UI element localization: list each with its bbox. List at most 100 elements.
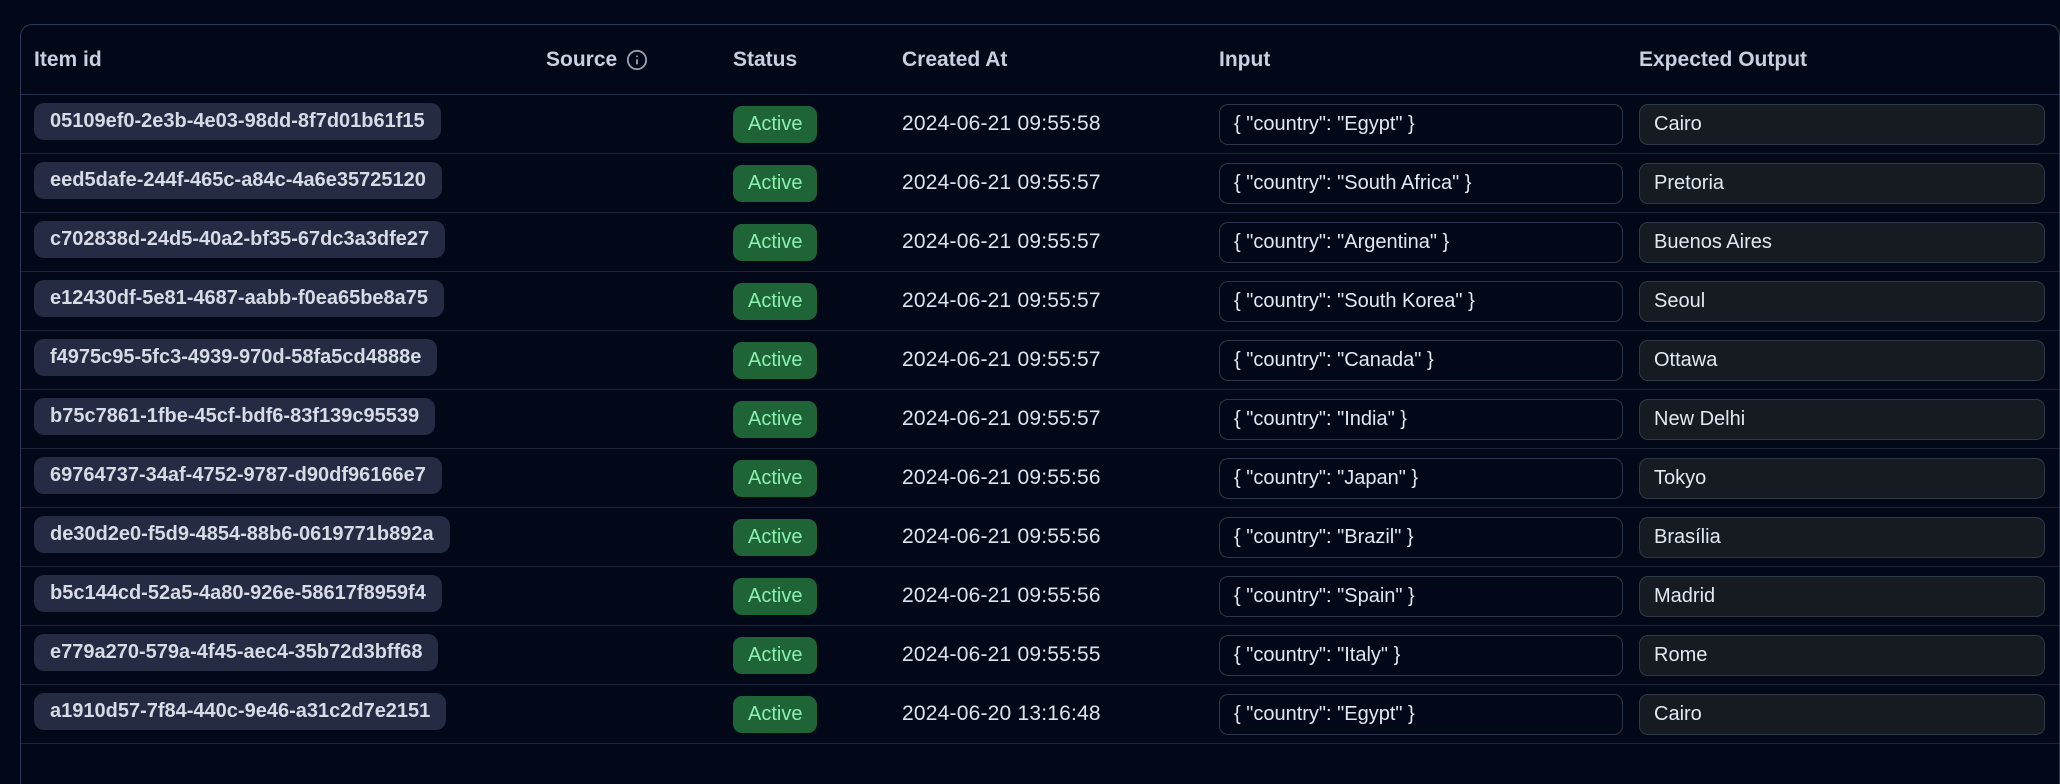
status-badge: Active (733, 283, 817, 320)
expected-output-cell: Madrid (1639, 576, 2059, 617)
input-cell: { "country": "Egypt" } (1219, 104, 1639, 145)
input-cell: { "country": "Japan" } (1219, 458, 1639, 499)
column-header-expected-output: Expected Output (1639, 48, 2059, 72)
created-at-cell: 2024-06-21 09:55:57 (902, 230, 1219, 254)
status-cell: Active (733, 401, 902, 438)
item-id-cell: 69764737-34af-4752-9787-d90df96166e7 (34, 457, 546, 499)
expected-output-cell: Cairo (1639, 104, 2059, 145)
expected-output-box: New Delhi (1639, 399, 2045, 440)
item-id-badge[interactable]: b75c7861-1fbe-45cf-bdf6-83f139c95539 (34, 398, 435, 435)
table-row[interactable]: f4975c95-5fc3-4939-970d-58fa5cd4888e Act… (21, 331, 2059, 390)
column-header-label: Source (546, 48, 617, 72)
info-icon[interactable] (626, 49, 648, 71)
created-at-value: 2024-06-21 09:55:58 (902, 112, 1101, 135)
table-row[interactable]: 69764737-34af-4752-9787-d90df96166e7 Act… (21, 449, 2059, 508)
expected-output-box: Buenos Aires (1639, 222, 2045, 263)
item-id-cell: f4975c95-5fc3-4939-970d-58fa5cd4888e (34, 339, 546, 381)
item-id-cell: c702838d-24d5-40a2-bf35-67dc3a3dfe27 (34, 221, 546, 263)
created-at-value: 2024-06-21 09:55:57 (902, 407, 1101, 430)
table-row[interactable]: a1910d57-7f84-440c-9e46-a31c2d7e2151 Act… (21, 685, 2059, 744)
item-id-badge[interactable]: a1910d57-7f84-440c-9e46-a31c2d7e2151 (34, 693, 446, 730)
item-id-badge[interactable]: eed5dafe-244f-465c-a84c-4a6e35725120 (34, 162, 442, 199)
input-cell: { "country": "Italy" } (1219, 635, 1639, 676)
expected-output-box: Ottawa (1639, 340, 2045, 381)
expected-output-box: Cairo (1639, 694, 2045, 735)
input-cell: { "country": "South Africa" } (1219, 163, 1639, 204)
created-at-cell: 2024-06-20 13:16:48 (902, 702, 1219, 726)
column-header-status: Status (733, 48, 902, 72)
status-badge: Active (733, 106, 817, 143)
status-cell: Active (733, 342, 902, 379)
item-id-badge[interactable]: c702838d-24d5-40a2-bf35-67dc3a3dfe27 (34, 221, 445, 258)
input-box: { "country": "Egypt" } (1219, 694, 1623, 735)
expected-output-cell: Rome (1639, 635, 2059, 676)
created-at-cell: 2024-06-21 09:55:56 (902, 466, 1219, 490)
table-header-row: Item id Source Status Created At Input E… (21, 25, 2059, 95)
created-at-cell: 2024-06-21 09:55:58 (902, 112, 1219, 136)
expected-output-cell: Seoul (1639, 281, 2059, 322)
input-cell: { "country": "Spain" } (1219, 576, 1639, 617)
column-header-label: Status (733, 48, 797, 72)
item-id-badge[interactable]: f4975c95-5fc3-4939-970d-58fa5cd4888e (34, 339, 437, 376)
item-id-badge[interactable]: 69764737-34af-4752-9787-d90df96166e7 (34, 457, 442, 494)
column-header-source: Source (546, 48, 733, 72)
status-cell: Active (733, 578, 902, 615)
expected-output-box: Brasília (1639, 517, 2045, 558)
column-header-label: Input (1219, 48, 1270, 72)
column-header-label: Item id (34, 48, 102, 72)
status-cell: Active (733, 460, 902, 497)
expected-output-box: Cairo (1639, 104, 2045, 145)
status-cell: Active (733, 696, 902, 733)
created-at-cell: 2024-06-21 09:55:57 (902, 171, 1219, 195)
table-row[interactable]: b75c7861-1fbe-45cf-bdf6-83f139c95539 Act… (21, 390, 2059, 449)
input-box: { "country": "Egypt" } (1219, 104, 1623, 145)
status-badge: Active (733, 342, 817, 379)
table-row[interactable]: e12430df-5e81-4687-aabb-f0ea65be8a75 Act… (21, 272, 2059, 331)
table-body: 05109ef0-2e3b-4e03-98dd-8f7d01b61f15 Act… (21, 95, 2059, 744)
table-row[interactable]: eed5dafe-244f-465c-a84c-4a6e35725120 Act… (21, 154, 2059, 213)
item-id-badge[interactable]: 05109ef0-2e3b-4e03-98dd-8f7d01b61f15 (34, 103, 441, 140)
table-row[interactable]: b5c144cd-52a5-4a80-926e-58617f8959f4 Act… (21, 567, 2059, 626)
item-id-cell: b75c7861-1fbe-45cf-bdf6-83f139c95539 (34, 398, 546, 440)
status-badge: Active (733, 224, 817, 261)
input-cell: { "country": "Egypt" } (1219, 694, 1639, 735)
input-cell: { "country": "Brazil" } (1219, 517, 1639, 558)
item-id-cell: a1910d57-7f84-440c-9e46-a31c2d7e2151 (34, 693, 546, 735)
status-cell: Active (733, 165, 902, 202)
input-box: { "country": "Spain" } (1219, 576, 1623, 617)
expected-output-box: Pretoria (1639, 163, 2045, 204)
item-id-badge[interactable]: de30d2e0-f5d9-4854-88b6-0619771b892a (34, 516, 450, 553)
status-badge: Active (733, 578, 817, 615)
item-id-badge[interactable]: e12430df-5e81-4687-aabb-f0ea65be8a75 (34, 280, 444, 317)
expected-output-cell: Brasília (1639, 517, 2059, 558)
table-row[interactable]: de30d2e0-f5d9-4854-88b6-0619771b892a Act… (21, 508, 2059, 567)
input-box: { "country": "Italy" } (1219, 635, 1623, 676)
status-badge: Active (733, 165, 817, 202)
created-at-cell: 2024-06-21 09:55:57 (902, 289, 1219, 313)
created-at-cell: 2024-06-21 09:55:55 (902, 643, 1219, 667)
expected-output-box: Tokyo (1639, 458, 2045, 499)
created-at-value: 2024-06-21 09:55:57 (902, 230, 1101, 253)
item-id-badge[interactable]: e779a270-579a-4f45-aec4-35b72d3bff68 (34, 634, 438, 671)
created-at-value: 2024-06-21 09:55:56 (902, 525, 1101, 548)
item-id-cell: b5c144cd-52a5-4a80-926e-58617f8959f4 (34, 575, 546, 617)
expected-output-cell: Pretoria (1639, 163, 2059, 204)
input-box: { "country": "South Korea" } (1219, 281, 1623, 322)
input-box: { "country": "Canada" } (1219, 340, 1623, 381)
expected-output-box: Seoul (1639, 281, 2045, 322)
input-box: { "country": "South Africa" } (1219, 163, 1623, 204)
created-at-value: 2024-06-21 09:55:57 (902, 171, 1101, 194)
column-header-label: Created At (902, 48, 1007, 72)
created-at-cell: 2024-06-21 09:55:57 (902, 407, 1219, 431)
created-at-value: 2024-06-21 09:55:55 (902, 643, 1101, 666)
table-row[interactable]: 05109ef0-2e3b-4e03-98dd-8f7d01b61f15 Act… (21, 95, 2059, 154)
expected-output-box: Madrid (1639, 576, 2045, 617)
table-row[interactable]: e779a270-579a-4f45-aec4-35b72d3bff68 Act… (21, 626, 2059, 685)
input-cell: { "country": "Argentina" } (1219, 222, 1639, 263)
item-id-badge[interactable]: b5c144cd-52a5-4a80-926e-58617f8959f4 (34, 575, 442, 612)
created-at-value: 2024-06-21 09:55:56 (902, 466, 1101, 489)
created-at-value: 2024-06-21 09:55:57 (902, 289, 1101, 312)
input-box: { "country": "Japan" } (1219, 458, 1623, 499)
table-row[interactable]: c702838d-24d5-40a2-bf35-67dc3a3dfe27 Act… (21, 213, 2059, 272)
created-at-value: 2024-06-21 09:55:57 (902, 348, 1101, 371)
